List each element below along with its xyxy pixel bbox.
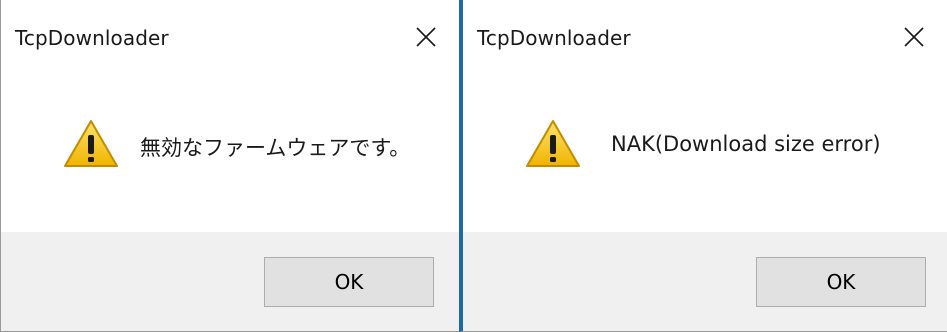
dialog-body: 無効なファームウェアです。 xyxy=(1,76,459,232)
close-button[interactable] xyxy=(409,20,443,54)
dialog-title: TcpDownloader xyxy=(15,26,169,50)
dialog-footer: OK xyxy=(1,232,459,331)
close-icon xyxy=(416,27,436,47)
dialog-download-size-error: TcpDownloader NAK(Download size error) O… xyxy=(459,0,947,332)
dialog-titlebar[interactable]: TcpDownloader xyxy=(1,0,459,76)
close-icon xyxy=(904,27,924,47)
dialog-message: NAK(Download size error) xyxy=(611,132,881,156)
screenshot-stage: TcpDownloader 無効なファームウェアです。 OK TcpDownlo… xyxy=(0,0,947,332)
dialog-title: TcpDownloader xyxy=(477,26,631,50)
dialog-invalid-firmware: TcpDownloader 無効なファームウェアです。 OK xyxy=(0,0,459,332)
ok-button[interactable]: OK xyxy=(264,257,434,307)
warning-icon xyxy=(64,120,118,167)
ok-button[interactable]: OK xyxy=(756,257,926,307)
dialog-footer: OK xyxy=(463,232,947,331)
dialog-body: NAK(Download size error) xyxy=(463,76,947,232)
close-button[interactable] xyxy=(897,20,931,54)
dialog-titlebar[interactable]: TcpDownloader xyxy=(463,0,947,76)
dialog-message: 無効なファームウェアです。 xyxy=(140,136,411,160)
warning-icon xyxy=(526,120,580,167)
